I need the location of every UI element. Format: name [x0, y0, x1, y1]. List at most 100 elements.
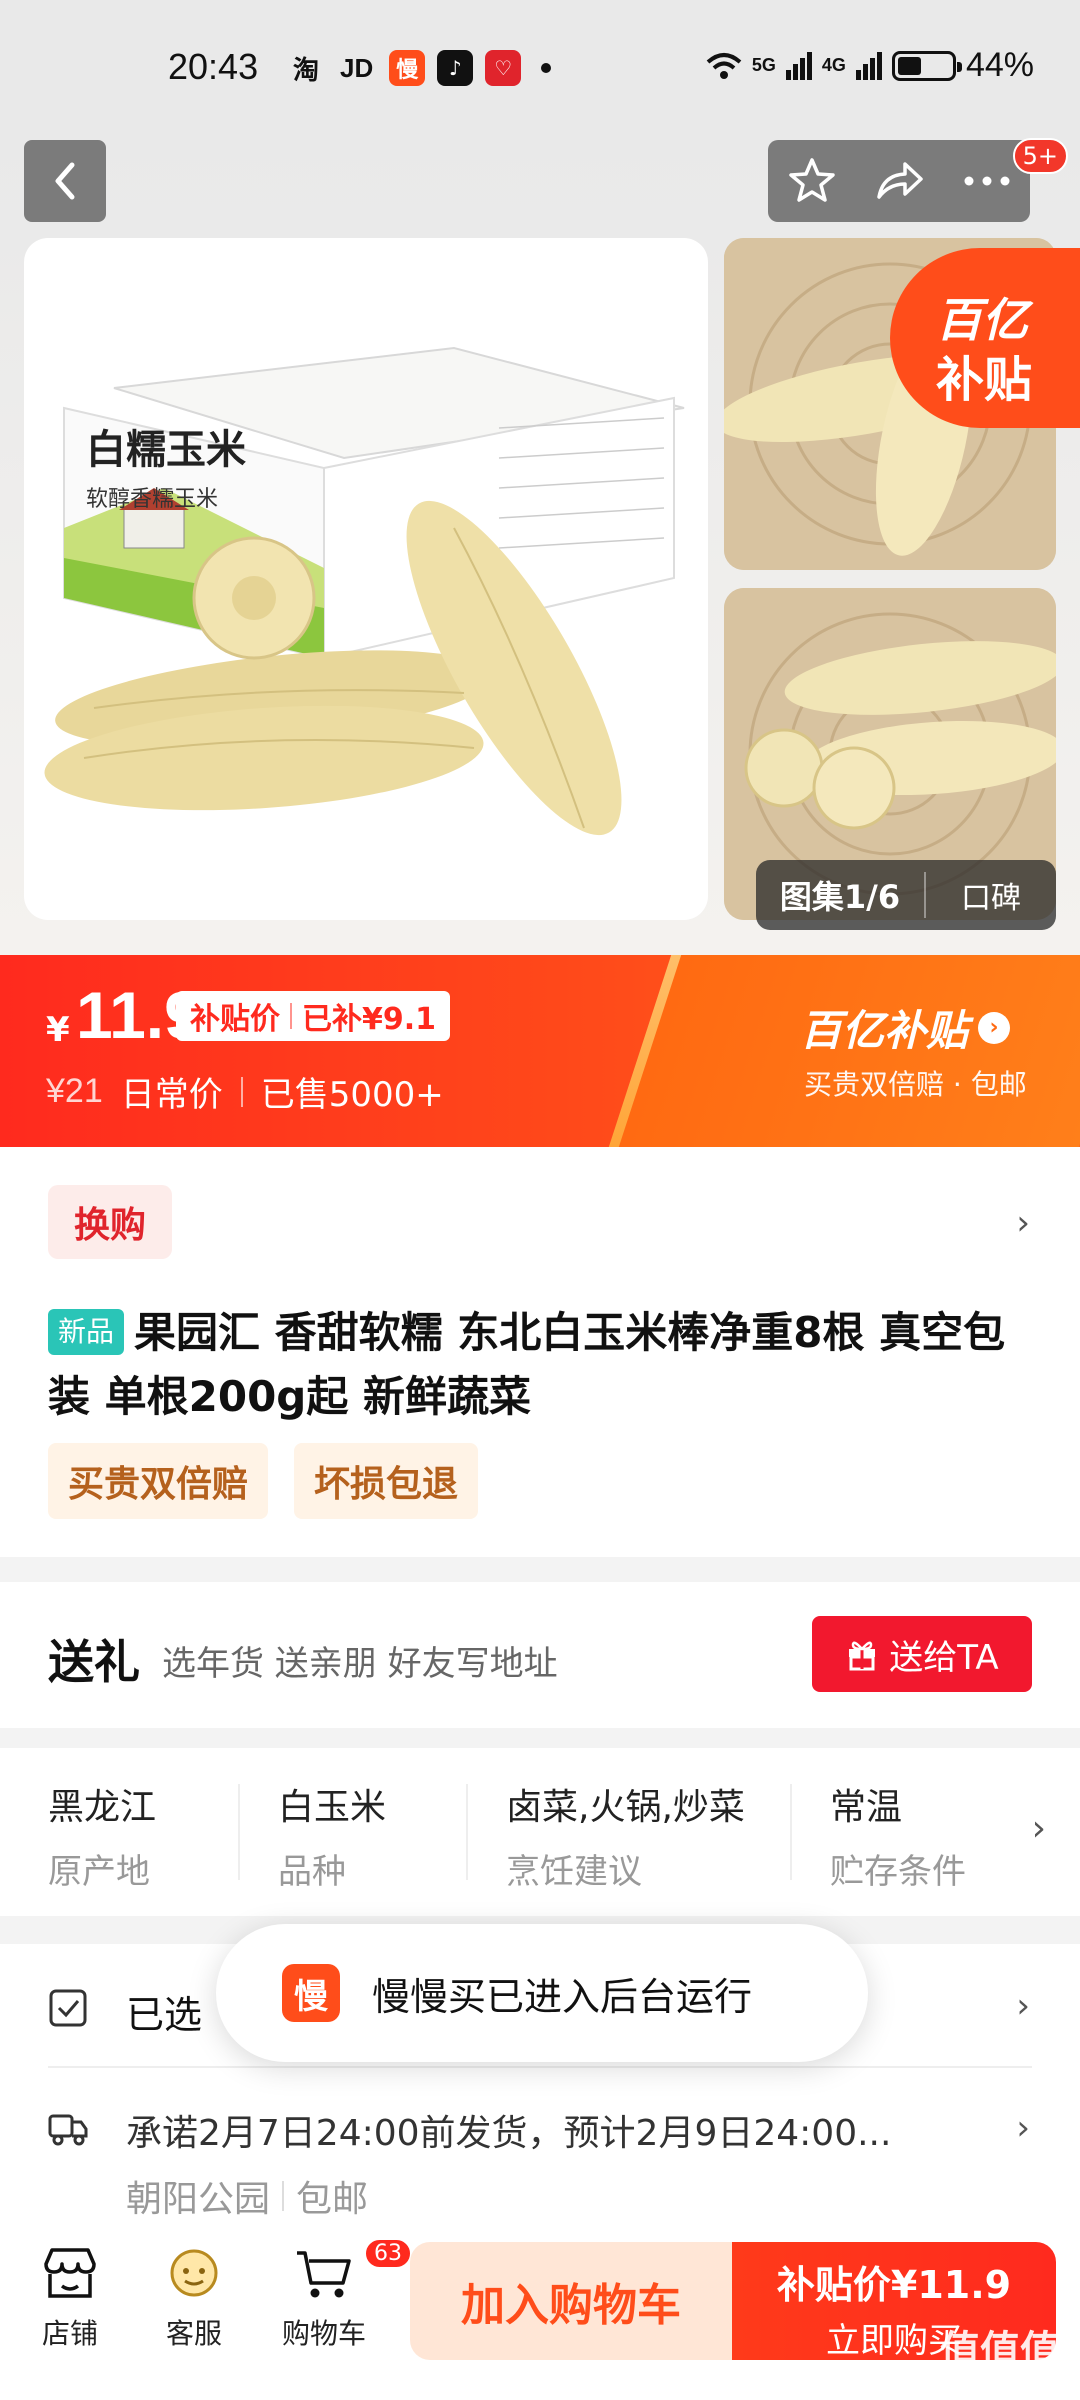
chevron-right-icon: ›	[978, 1011, 1011, 1044]
chevron-right-icon[interactable]: ›	[1016, 1986, 1030, 2026]
status-bar: 20:43 淘 JD 慢 ♪ ♡ 5G 4G 44%	[0, 0, 1080, 140]
status-indicators: 5G 4G 44%	[706, 46, 1034, 85]
gallery-pill: 图集1/6 口碑	[756, 860, 1056, 930]
attribute-value: 白玉米	[278, 1787, 387, 1828]
gallery-counter[interactable]: 图集1/6	[756, 872, 926, 918]
subsidy-corner-badge: 百亿 补贴	[890, 248, 1080, 428]
cart-count-badge: 63	[364, 2238, 412, 2269]
subsidy-brand-link[interactable]: 百亿补贴 ›	[800, 997, 1011, 1058]
wifi-icon	[706, 52, 742, 79]
reviews-tab[interactable]: 口碑	[926, 873, 1056, 917]
chevron-right-icon[interactable]: ›	[1016, 1203, 1030, 1243]
jd-icon: JD	[340, 52, 374, 83]
shipping-promise[interactable]: 承诺2月7日24:00前发货，预计2月9日24:00...	[126, 2104, 976, 2156]
attribute-cooking: 卤菜,火锅,炒菜 烹饪建议	[506, 1778, 745, 1892]
subsidy-label: 补贴价	[190, 1002, 280, 1037]
manmanmai-app-icon: 慢	[282, 1964, 340, 2022]
notification-icons: 淘 JD 慢 ♪ ♡	[288, 50, 552, 86]
gift-title: 送礼	[48, 1635, 140, 1689]
signal-4g-icon	[855, 51, 882, 80]
store-button[interactable]: 店铺	[10, 2242, 130, 2352]
product-title: 新品 果园汇 香甜软糯 东北白玉米棒净重8根 真空包装 单根200g起 新鲜蔬菜	[48, 1301, 1038, 1429]
send-gift-button[interactable]: 送给TA	[812, 1616, 1032, 1692]
back-button[interactable]	[24, 140, 106, 222]
attribute-key: 贮存条件	[830, 1852, 966, 1888]
row-divider	[48, 2066, 1032, 2068]
taobao-icon: 淘	[292, 55, 319, 86]
sold-count: 已售5000+	[260, 1075, 444, 1115]
cart-label: 购物车	[281, 2317, 366, 2350]
chevron-right-icon[interactable]: ›	[1016, 2108, 1030, 2148]
original-price-label: 日常价	[120, 1075, 223, 1115]
attribute-divider	[790, 1784, 792, 1880]
selected-spec-label[interactable]: 已选	[126, 1984, 202, 2039]
share-icon[interactable]	[873, 157, 927, 205]
service-tag[interactable]: 坏损包退	[294, 1443, 479, 1519]
free-shipping-label: 包邮	[296, 2179, 369, 2220]
main-product-image[interactable]: 白糯玉米 软醇香糯玉米	[24, 238, 708, 920]
attribute-value: 卤菜,火锅,炒菜	[506, 1787, 745, 1828]
attribute-key: 品种	[278, 1852, 346, 1892]
attribute-key: 烹饪建议	[506, 1852, 642, 1892]
customer-service-button[interactable]: 客服	[134, 2242, 254, 2352]
meta-divider	[240, 1076, 243, 1107]
status-time: 20:43	[168, 46, 259, 87]
pinduoduo-icon: ♡	[485, 50, 522, 86]
delivery-location[interactable]: 朝阳公园	[126, 2170, 270, 2222]
gift-description: 选年货 送亲朋 好友写地址	[162, 1644, 558, 1684]
cart-icon	[297, 2251, 351, 2298]
top-action-group	[768, 140, 1030, 222]
attribute-storage: 常温 贮存条件	[830, 1778, 980, 1888]
corn-box-illustration: 白糯玉米 软醇香糯玉米	[44, 346, 685, 836]
signal-4g-label: 4G	[821, 55, 846, 75]
signal-5g-label: 5G	[751, 55, 776, 75]
tiktok-icon: ♪	[437, 50, 474, 86]
subsidy-saved: 已补¥9.1	[302, 1002, 437, 1037]
original-price: ¥21	[46, 1072, 103, 1110]
shipping-location: 朝阳公园 包邮	[126, 2170, 368, 2222]
buy-now-price: 补贴价¥11.9	[776, 2263, 1012, 2307]
watermark-logo: 值值值	[940, 2329, 1060, 2373]
subsidy-brand-text: 百亿补贴	[800, 1006, 969, 1055]
more-icon[interactable]	[962, 174, 1012, 188]
service-tag[interactable]: 买贵双倍赔	[48, 1443, 269, 1519]
manmanmai-icon: 慢	[389, 50, 426, 86]
chevron-right-icon[interactable]: ›	[1032, 1808, 1046, 1849]
swap-purchase-tag[interactable]: 换购	[48, 1185, 172, 1259]
pill-divider	[290, 1003, 292, 1029]
attribute-origin: 黑龙江 原产地	[48, 1778, 157, 1892]
subsidy-price-pill: 补贴价 已补¥9.1	[176, 991, 451, 1041]
attribute-divider	[238, 1784, 240, 1880]
notification-badge: 5+	[1012, 138, 1068, 174]
gift-icon	[849, 1641, 876, 1671]
service-tags: 买贵双倍赔 坏损包退	[48, 1443, 479, 1519]
background-running-toast: 慢 慢慢买已进入后台运行	[216, 1924, 868, 2062]
attribute-key: 原产地	[48, 1852, 150, 1892]
chevron-left-icon	[55, 162, 75, 200]
store-label: 店铺	[41, 2317, 98, 2350]
product-title-text: 果园汇 香甜软糯 东北白玉米棒净重8根 真空包装 单根200g起 新鲜蔬菜	[48, 1308, 1006, 1421]
subsidy-brand-subtext: 买贵双倍赔 · 包邮	[804, 1068, 1027, 1101]
attribute-value: 常温	[830, 1787, 903, 1828]
attribute-value: 黑龙江	[48, 1787, 157, 1828]
favorite-star-icon[interactable]	[786, 155, 838, 207]
send-gift-label: 送给TA	[889, 1637, 999, 1678]
price-meta: ¥21 日常价 已售5000+	[46, 1067, 444, 1116]
battery-percent: 44%	[965, 46, 1034, 84]
battery-fill	[897, 56, 921, 75]
new-product-badge: 新品	[48, 1309, 125, 1355]
toast-message: 慢慢买已进入后台运行	[372, 1974, 753, 2019]
product-attributes[interactable]: 黑龙江 原产地 白玉米 品种 卤菜,火锅,炒菜 烹饪建议 常温 贮存条件 ›	[0, 1748, 1080, 1916]
customer-service-label: 客服	[165, 2317, 222, 2350]
delivery-truck-icon	[48, 2114, 88, 2146]
signal-5g-icon	[785, 51, 812, 80]
cart-button[interactable]: 63 购物车	[264, 2238, 412, 2352]
more-notifications-dot	[541, 63, 552, 73]
selected-spec-icon	[49, 1989, 87, 2027]
subsidy-corner-line2: 补贴	[936, 352, 1033, 408]
location-divider	[282, 2181, 285, 2211]
product-page: 20:43 淘 JD 慢 ♪ ♡ 5G 4G 44% 5+ 白糯玉米 软醇香糯玉…	[0, 0, 1080, 2400]
add-to-cart-button[interactable]: 加入购物车	[410, 2242, 732, 2360]
attribute-divider	[466, 1784, 468, 1880]
site-watermark: 值值值 zhizhizhi.com	[940, 2318, 1060, 2394]
